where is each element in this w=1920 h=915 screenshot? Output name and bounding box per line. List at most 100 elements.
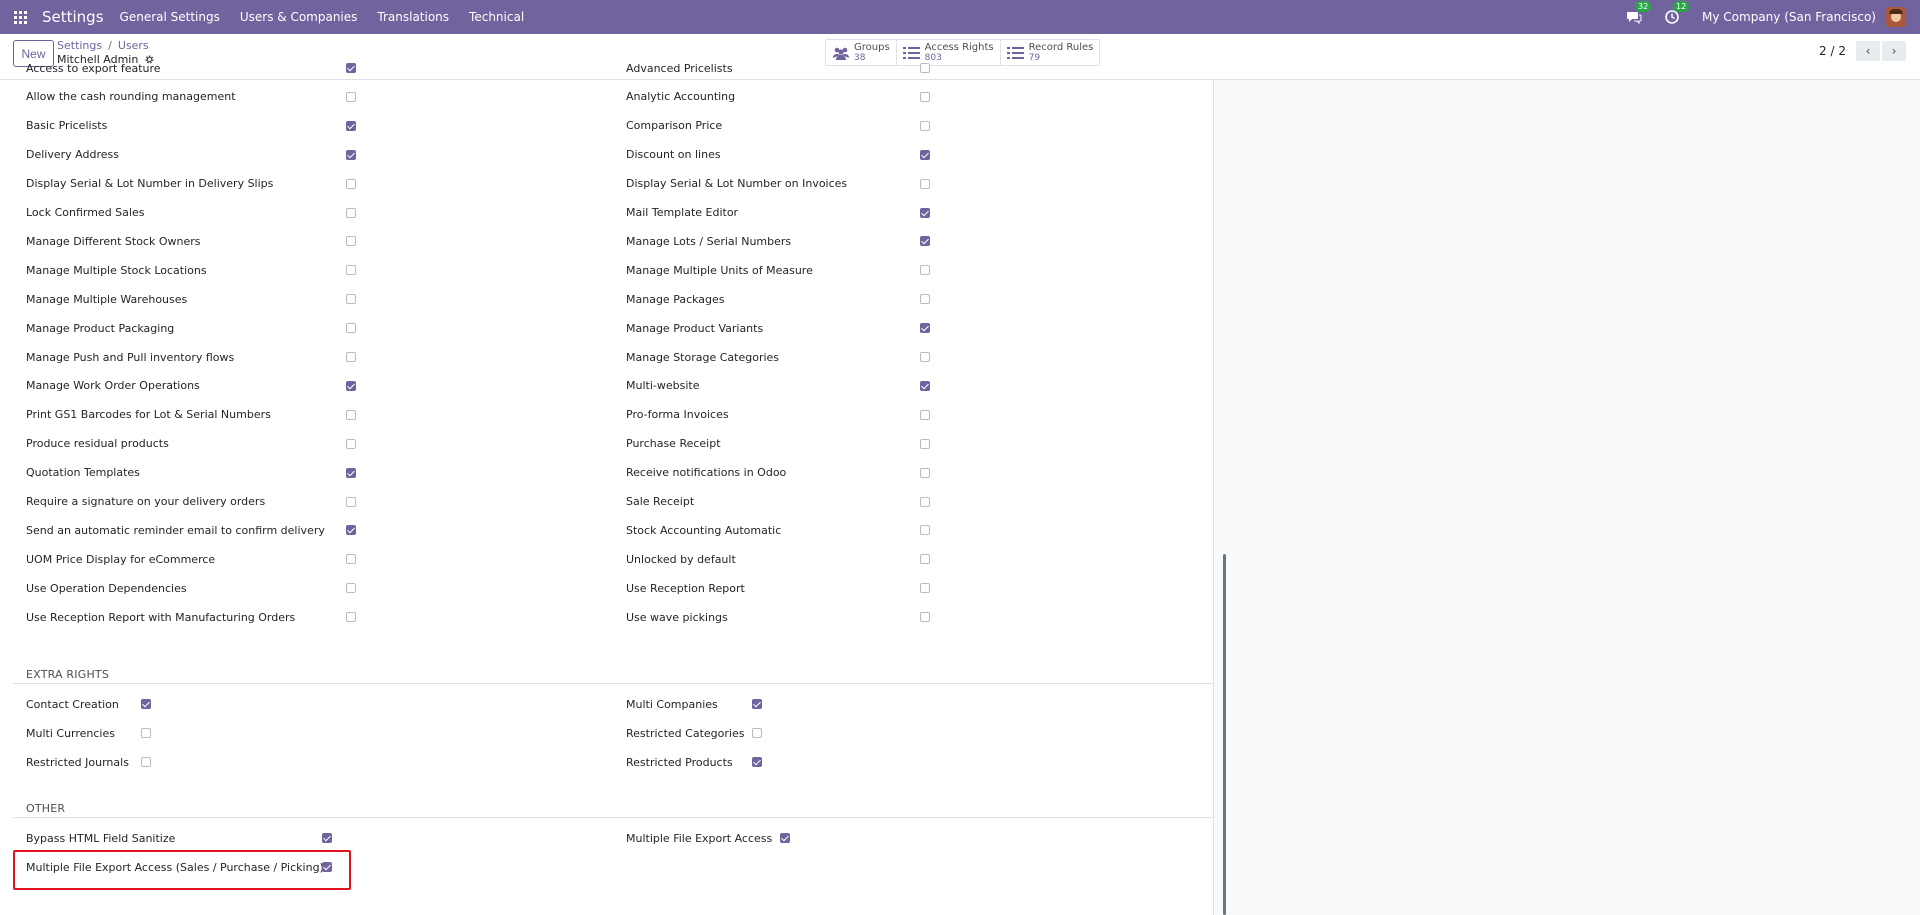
checkbox-use-reception-report[interactable] (920, 583, 930, 594)
user-avatar[interactable] (1886, 7, 1906, 27)
checkbox-purchase-receipt[interactable] (920, 438, 930, 449)
right-row-multi-website: Multi-website (626, 376, 699, 396)
right-row-multiple-file-export-access: Multiple File Export Access (626, 828, 772, 848)
checkbox-require-a-signature-on-your-delivery-orders[interactable] (346, 496, 356, 507)
chevron-right-icon[interactable]: › (1882, 41, 1906, 61)
checkbox-manage-storage-categories[interactable] (920, 352, 930, 362)
checkbox-print-gs1-barcodes-for-lot-serial-numbers[interactable] (346, 409, 356, 420)
list-icon (1006, 46, 1024, 59)
breadcrumb: Settings / Users (57, 39, 149, 52)
checkbox-basic-pricelists[interactable] (346, 120, 356, 131)
activities-clock-icon[interactable]: 12 (1664, 1, 1690, 25)
checkbox-use-reception-report-with-manufacturing-orders[interactable] (346, 612, 356, 623)
checkbox-produce-residual-products[interactable] (346, 438, 356, 449)
menu-users-companies[interactable]: Users & Companies (240, 10, 358, 24)
checkbox-multi-website[interactable] (920, 380, 930, 391)
checkbox-restricted-categories[interactable] (752, 728, 762, 738)
right-row-analytic-accounting: Analytic Accounting (626, 87, 735, 107)
menu-translations[interactable]: Translations (377, 10, 449, 24)
access-rights-stat-button[interactable]: Access Rights 803 (897, 40, 1001, 65)
section-divider (13, 683, 1213, 684)
checkbox-analytic-accounting[interactable] (920, 91, 930, 102)
right-label: Quotation Templates (26, 466, 140, 480)
checkbox-manage-multiple-stock-locations[interactable] (346, 265, 356, 276)
right-row-use-reception-report: Use Reception Report (626, 578, 745, 598)
checkbox-comparison-price[interactable] (920, 120, 930, 131)
checkbox-manage-push-and-pull-inventory-flows[interactable] (346, 352, 356, 362)
checkbox-contact-creation[interactable] (141, 699, 151, 709)
groups-count: 38 (854, 52, 866, 63)
right-label: Use Reception Report with Manufacturing … (26, 610, 296, 624)
checkbox-manage-lots-serial-numbers[interactable] (920, 236, 930, 247)
breadcrumb-settings[interactable]: Settings (57, 39, 102, 52)
scrollbar[interactable] (1223, 554, 1226, 915)
menu-general-settings[interactable]: General Settings (120, 10, 220, 24)
messages-badge: 32 (1635, 1, 1652, 12)
messages-icon[interactable]: 32 (1626, 1, 1652, 25)
right-row-allow-the-cash-rounding-management: Allow the cash rounding management (26, 87, 236, 107)
right-row-manage-work-order-operations: Manage Work Order Operations (26, 376, 200, 396)
pager-value[interactable]: 2 / 2 (1819, 44, 1846, 58)
chevron-left-icon[interactable]: ‹ (1856, 41, 1880, 61)
menu-technical[interactable]: Technical (469, 10, 524, 24)
checkbox-access-to-export-feature[interactable] (346, 63, 356, 73)
checkbox-lock-confirmed-sales[interactable] (346, 207, 356, 218)
right-row-use-reception-report-with-manufacturing-orders: Use Reception Report with Manufacturing … (26, 607, 295, 627)
checkbox-manage-work-order-operations[interactable] (346, 380, 356, 391)
checkbox-restricted-journals[interactable] (141, 757, 151, 767)
checkbox-allow-the-cash-rounding-management[interactable] (346, 91, 356, 102)
checkbox-uom-price-display-for-ecommerce[interactable] (346, 554, 356, 565)
right-label: Comparison Price (626, 119, 723, 133)
checkbox-unlocked-by-default[interactable] (920, 554, 930, 565)
checkbox-send-an-automatic-reminder-email-to-confirm-delivery[interactable] (346, 525, 356, 536)
right-row-restricted-products: Restricted Products (626, 752, 733, 772)
apps-menu-icon[interactable] (14, 10, 27, 24)
checkbox-bypass-html-field-sanitize[interactable] (322, 833, 332, 843)
list-icon (902, 46, 920, 59)
right-row-manage-multiple-warehouses: Manage Multiple Warehouses (26, 289, 187, 309)
right-row-restricted-journals: Restricted Journals (26, 752, 129, 772)
record-rules-stat-button[interactable]: Record Rules 79 (1001, 40, 1100, 65)
checkbox-multiple-file-export-access[interactable] (780, 833, 790, 843)
checkbox-manage-product-packaging[interactable] (346, 323, 356, 334)
checkbox-quotation-templates[interactable] (346, 467, 356, 478)
checkbox-manage-multiple-warehouses[interactable] (346, 294, 356, 305)
checkbox-restricted-products[interactable] (752, 757, 762, 767)
checkbox-manage-different-stock-owners[interactable] (346, 236, 356, 247)
right-row-manage-multiple-stock-locations: Manage Multiple Stock Locations (26, 260, 207, 280)
right-label: Contact Creation (26, 697, 119, 711)
checkbox-display-serial-lot-number-in-delivery-slips[interactable] (346, 178, 356, 189)
checkbox-pro-forma-invoices[interactable] (920, 409, 930, 420)
checkbox-display-serial-lot-number-on-invoices[interactable] (920, 178, 930, 189)
checkbox-discount-on-lines[interactable] (920, 149, 930, 160)
right-label: Use Reception Report (626, 581, 745, 595)
checkbox-manage-packages[interactable] (920, 294, 930, 305)
checkbox-mail-template-editor[interactable] (920, 207, 930, 218)
checkbox-delivery-address[interactable] (346, 149, 356, 160)
company-switcher[interactable]: My Company (San Francisco) (1702, 10, 1876, 24)
breadcrumb-users[interactable]: Users (118, 39, 149, 52)
app-name[interactable]: Settings (42, 8, 104, 26)
right-row-restricted-categories: Restricted Categories (626, 723, 744, 743)
checkbox-use-wave-pickings[interactable] (920, 612, 930, 623)
checkbox-multi-companies[interactable] (752, 699, 762, 709)
checkbox-manage-product-variants[interactable] (920, 323, 930, 334)
checkbox-stock-accounting-automatic[interactable] (920, 525, 930, 536)
breadcrumb-separator: / (108, 39, 112, 52)
record-rules-count: 79 (1028, 52, 1041, 63)
checkbox-use-operation-dependencies[interactable] (346, 583, 356, 594)
right-row-manage-product-packaging: Manage Product Packaging (26, 318, 174, 338)
checkbox-manage-multiple-units-of-measure[interactable] (920, 265, 930, 276)
checkbox-multi-currencies[interactable] (141, 728, 151, 738)
groups-stat-button[interactable]: Groups 38 (826, 40, 897, 65)
right-row-uom-price-display-for-ecommerce: UOM Price Display for eCommerce (26, 549, 215, 569)
checkbox-receive-notifications-in-odoo[interactable] (920, 467, 930, 478)
checkbox-sale-receipt[interactable] (920, 496, 930, 507)
checkbox-advanced-pricelists[interactable] (920, 63, 930, 73)
right-label: Lock Confirmed Sales (26, 206, 145, 219)
right-row-multi-currencies: Multi Currencies (26, 723, 115, 743)
right-label: Unlocked by default (626, 552, 736, 566)
right-label: Manage Packages (626, 292, 725, 306)
right-label: UOM Price Display for eCommerce (26, 552, 216, 566)
right-row-sale-receipt: Sale Receipt (626, 492, 694, 512)
